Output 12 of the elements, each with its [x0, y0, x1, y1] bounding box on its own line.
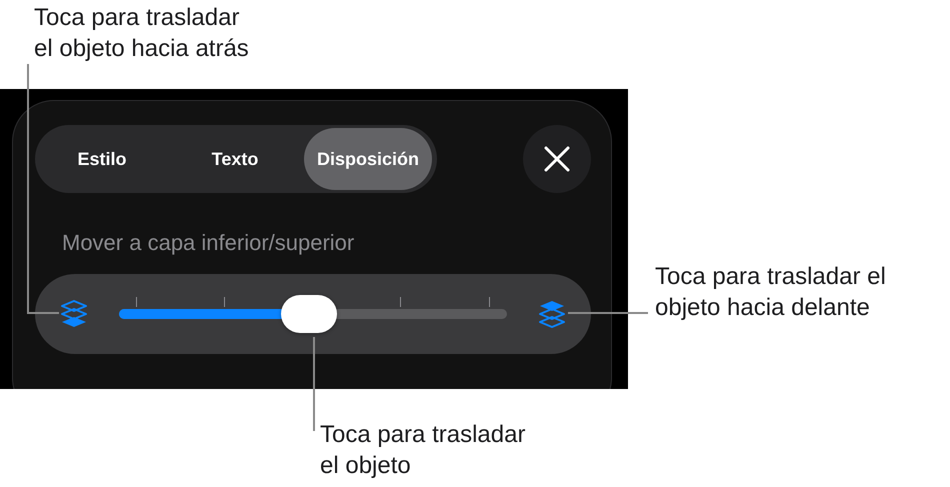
close-icon	[544, 146, 570, 172]
callout-text: Toca para trasladar el objeto hacia delante	[655, 262, 886, 323]
tab[interactable]: Texto	[171, 128, 299, 190]
slider[interactable]	[119, 294, 507, 334]
section-label: Mover a capa inferior/superior	[62, 229, 356, 257]
tab[interactable]: Estilo	[38, 128, 166, 190]
tab[interactable]: Disposición	[304, 128, 432, 190]
callout-text: Toca para trasladar el objeto	[320, 420, 526, 481]
bring-forward-icon[interactable]	[537, 299, 567, 329]
slider-thumb[interactable]	[281, 295, 338, 333]
callout-text: Toca para trasladar el objeto hacia atrás	[34, 3, 249, 64]
send-backward-icon[interactable]	[59, 299, 89, 329]
